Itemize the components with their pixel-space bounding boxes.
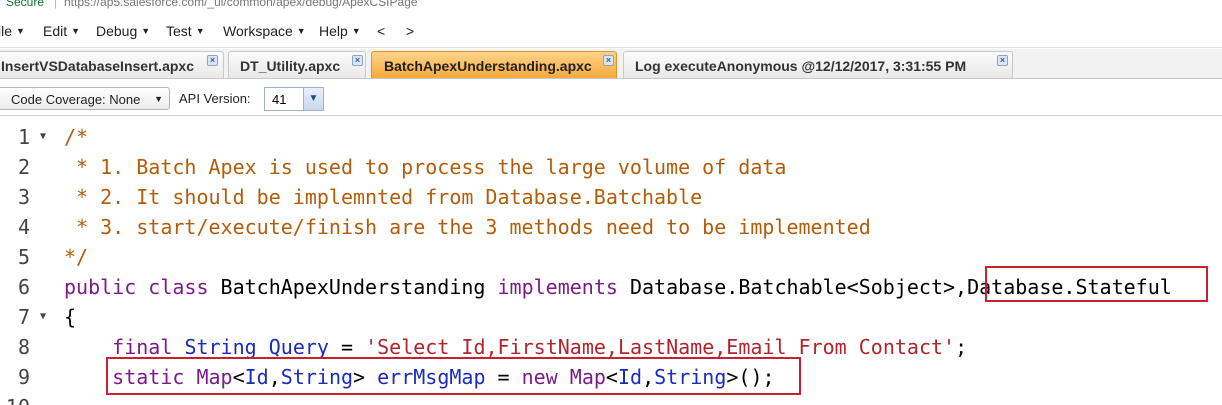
menu-edit[interactable]: Edit ▼ [43,23,80,39]
editor-toolbar: Code Coverage: None ▼ API Version: 41 ▼ [0,80,1222,116]
code-line[interactable]: * 1. Batch Apex is used to process the l… [64,152,786,182]
menu-test-label: Test [166,23,192,39]
chevron-down-icon: ▼ [141,26,151,36]
back-button[interactable]: < [377,23,385,39]
fold-toggle-icon[interactable]: ▼ [40,122,46,152]
code-token: final [112,335,173,359]
line-number: 3 [17,185,30,209]
close-icon[interactable]: × [997,55,1008,66]
line-number: 7 [17,305,30,329]
code-token: * 1. Batch Apex is used to process the l… [64,155,787,179]
code-token: { [64,305,77,329]
tab-dt-utility[interactable]: DT_Utility.apxc × [228,51,366,78]
code-token: * 3. start/execute/finish are the 3 meth… [64,215,871,239]
chevron-down-icon: ▼ [16,26,25,36]
line-number: 8 [17,335,30,359]
secure-label: Secure [6,0,45,9]
address-bar[interactable]: Secure | https://ap5.salesforce.com/_ui/… [0,0,1222,12]
code-editor[interactable]: 1 ▼ 2 3 4 5 6 7 ▼ 8 9 10 /* * 1. Batch Apex is used… [0,117,1222,405]
code-token: ; [955,335,968,359]
chevron-down-icon: ▼ [154,94,163,104]
line-number: 1 [17,125,30,149]
menu-file[interactable]: ile▼ [0,23,25,39]
line-number: 4 [17,215,30,239]
chevron-down-icon: ▼ [351,26,361,36]
code-token: = [328,335,366,359]
tab-label: InsertVSDatabaseInsert.apxc [1,58,194,74]
menu-bar: ile▼ Edit▼ Debug▼ Test▼ Workspace▼ Help▼… [0,14,1222,48]
code-line[interactable]: * 2. It should be implemnted from Databa… [64,182,702,212]
menu-help[interactable]: Help ▼ [319,23,361,39]
menu-test[interactable]: Test ▼ [166,23,205,39]
chevron-down-icon: ▼ [195,26,205,36]
tab-label: Log executeAnonymous @12/12/2017, 3:31:5… [635,58,967,74]
code-token: BatchApexUnderstanding [208,275,498,299]
tab-log-executeanonymous[interactable]: Log executeAnonymous @12/12/2017, 3:31:5… [623,51,1013,78]
menu-workspace-label: Workspace [223,23,293,39]
code-token: * 2. It should be implemnted from Databa… [64,185,703,209]
menu-workspace[interactable]: Workspace ▼ [223,23,306,39]
tab-label: DT_Utility.apxc [240,58,341,74]
chevron-down-icon: ▼ [71,26,81,36]
line-number-gutter: 1 ▼ 2 3 4 5 6 7 ▼ 8 9 10 [0,117,58,405]
highlight-box-stateful [985,266,1208,302]
url-text[interactable]: https://ap5.salesforce.com/_ui/common/ap… [64,0,418,9]
api-version-label: API Version: [179,91,251,106]
tab-bar: InsertVSDatabaseInsert.apxc × DT_Utility… [0,49,1222,79]
code-token: 'Select Id,FirstName,LastName,Email From… [365,335,956,359]
fold-toggle-icon[interactable]: ▼ [40,302,46,332]
menu-edit-label: Edit [43,23,68,39]
code-line[interactable]: * 3. start/execute/finish are the 3 meth… [64,212,871,242]
close-icon[interactable]: × [352,55,363,66]
code-token: String [184,335,257,359]
code-token: Query [268,335,329,359]
code-coverage-dropdown[interactable]: Code Coverage: None ▼ [0,87,170,110]
line-number: 6 [17,275,30,299]
api-version-select[interactable]: 41 ▼ [264,87,324,111]
line-number: 5 [17,245,30,269]
close-icon[interactable]: × [603,55,614,66]
code-token: */ [64,245,89,269]
highlight-box-errmsgmap [106,357,801,395]
line-number: 10 [0,392,30,405]
menu-debug-label: Debug [96,23,138,39]
menu-file-label: ile [0,23,13,39]
code-token: implements [497,275,618,299]
forward-button[interactable]: > [406,23,414,39]
menu-debug[interactable]: Debug ▼ [96,23,150,39]
code-token: public class [64,275,209,299]
tab-batchapexunderstanding[interactable]: BatchApexUnderstanding.apxc × [371,51,617,78]
code-line[interactable]: */ [64,242,88,272]
code-line[interactable]: { [64,302,76,332]
chevron-down-icon: ▼ [296,26,306,36]
code-token: /* [64,125,89,149]
code-coverage-label: Code Coverage: None [11,92,141,107]
tab-label: BatchApexUnderstanding.apxc [384,58,592,74]
code-line[interactable]: /* [64,122,88,152]
menu-help-label: Help [319,23,348,39]
address-separator: | [54,0,58,9]
line-number: 2 [17,155,30,179]
line-number: 9 [17,365,30,389]
close-icon[interactable]: × [207,55,218,66]
api-version-value: 41 [272,92,287,107]
chevron-down-icon[interactable]: ▼ [303,88,323,110]
tab-insertvsdatabaseinsert[interactable]: InsertVSDatabaseInsert.apxc × [0,51,224,78]
